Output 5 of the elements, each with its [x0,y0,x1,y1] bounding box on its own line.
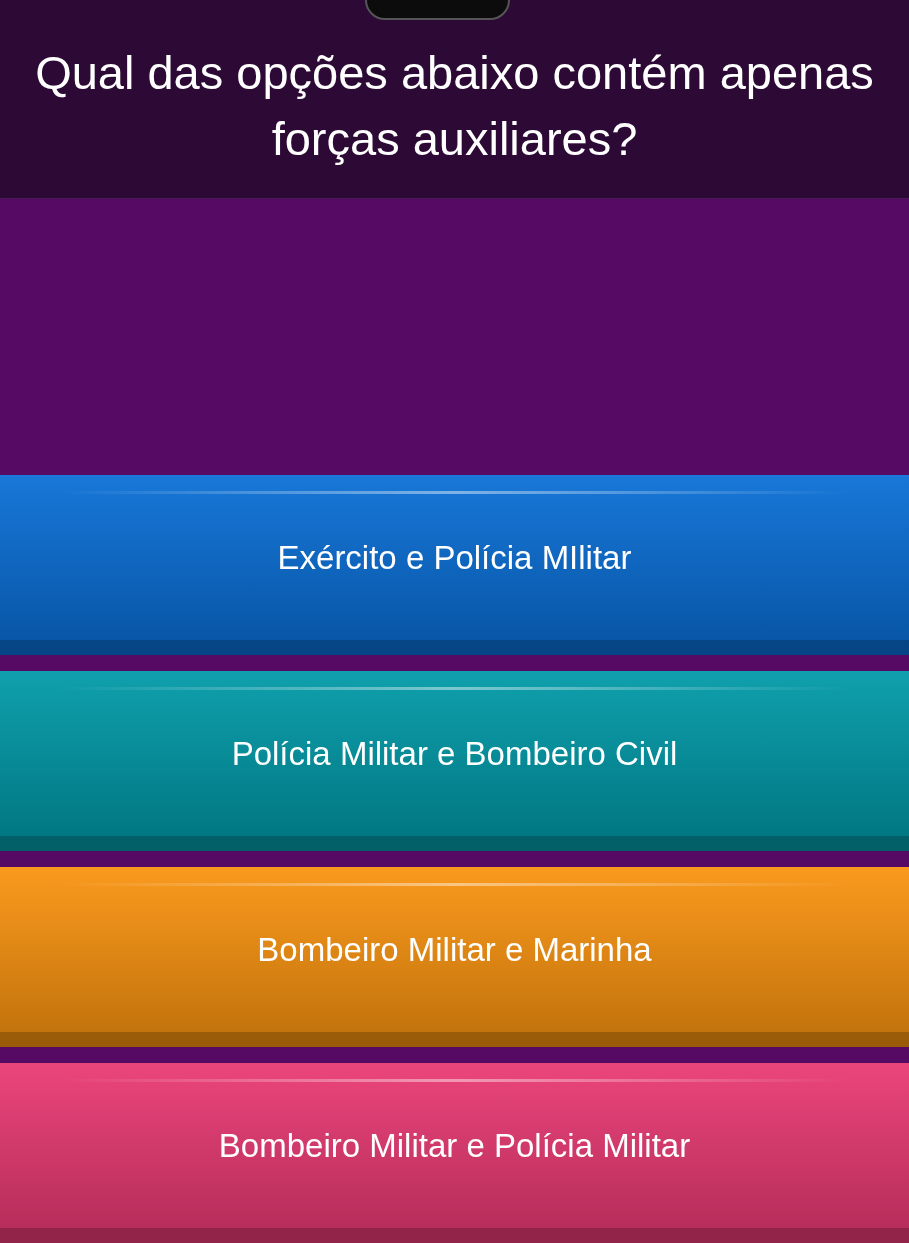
answer-option[interactable]: Bombeiro Militar e Polícia Militar [0,1063,909,1243]
answer-option[interactable]: Exército e Polícia MIlitar [0,475,909,655]
answer-option[interactable]: Polícia Militar e Bombeiro Civil [0,671,909,851]
question-text: Qual das opções abaixo contém apenas forças auxiliares? [34,45,875,167]
answer-option[interactable]: Bombeiro Militar e Marinha [0,867,909,1047]
